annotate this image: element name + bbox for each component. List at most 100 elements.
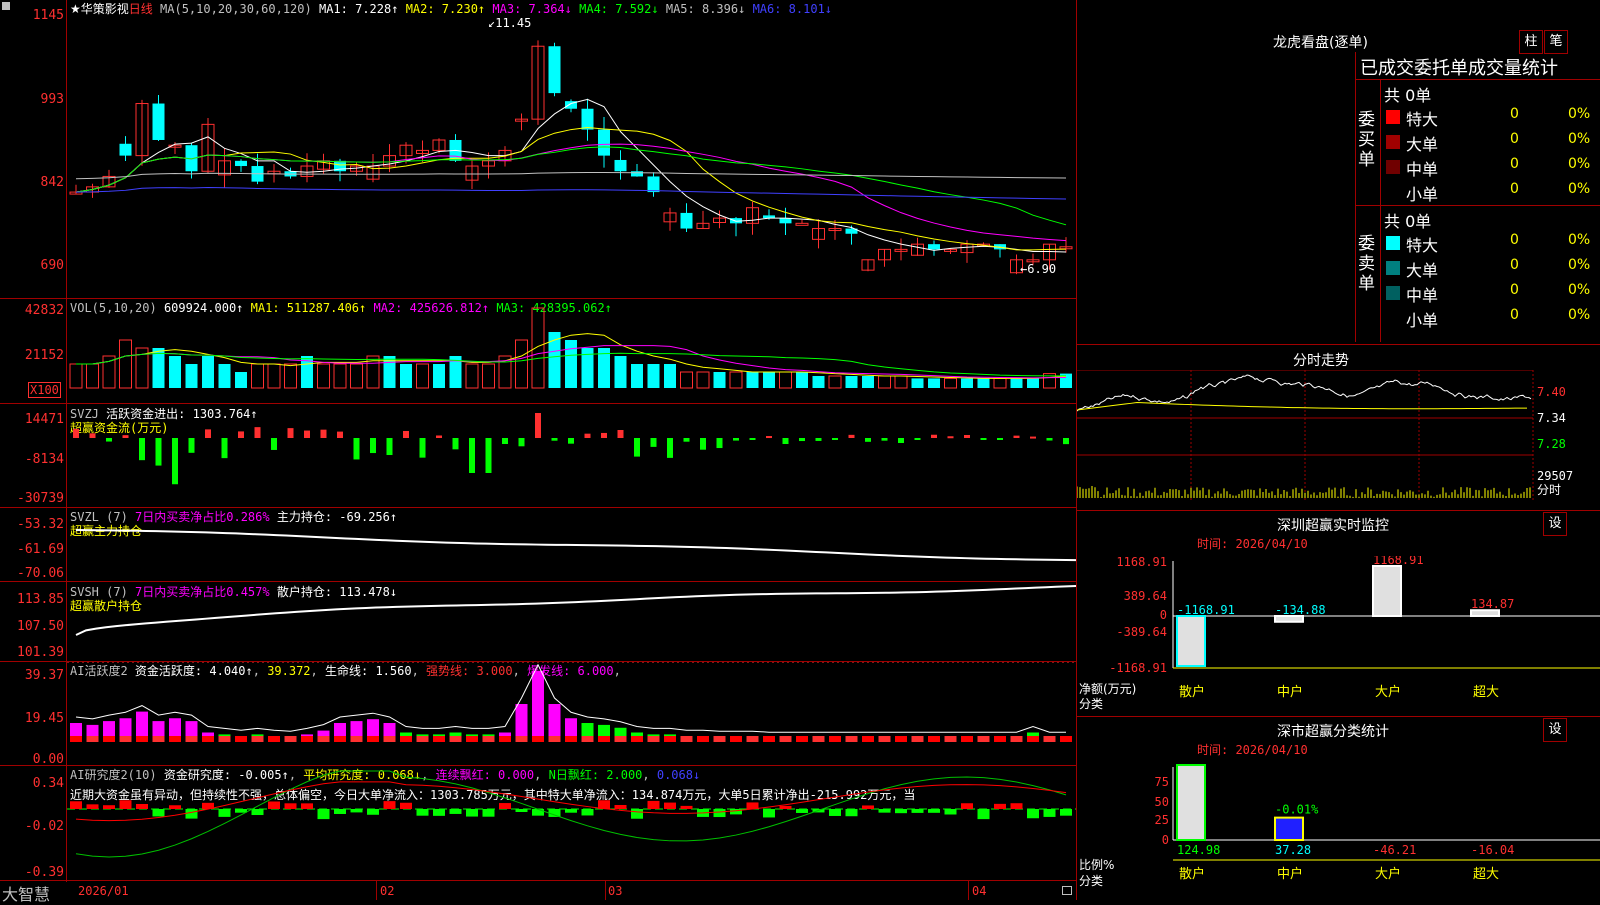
activity-base-bar (812, 736, 825, 742)
activity-base-bar (581, 736, 594, 742)
flow-bar-in (304, 430, 310, 438)
sell-total: 共 0单 (1384, 212, 1432, 231)
class-value: -46.21 (1373, 843, 1416, 857)
monitor-tick: 389.64 (1124, 589, 1167, 603)
monitor-settings-button[interactable]: 设 (1543, 512, 1567, 536)
buy-swatch (1386, 110, 1400, 124)
activity-base-bar (284, 736, 297, 742)
activity-base-bar (515, 736, 528, 742)
activity-base-bar (152, 736, 165, 742)
activity-base-bar (664, 736, 676, 742)
svzj-chart[interactable] (0, 404, 1076, 507)
tick-view-button[interactable]: 笔 (1544, 30, 1568, 54)
intraday-title: 分时走势 (1293, 353, 1349, 369)
vol-bar-down (614, 356, 627, 388)
research-bar-down (367, 809, 379, 815)
research-bar-up (499, 803, 511, 809)
ai2-chart[interactable] (0, 766, 1076, 880)
buy-row-pct: 0% (1568, 131, 1591, 147)
main-holding-line (75, 529, 1076, 562)
vol-bar-down (1027, 378, 1039, 388)
candle-down (614, 159, 627, 172)
activity-base-bar (763, 736, 775, 742)
chart-area[interactable]: ★华策影视日线 MA(5,10,20,30,60,120) MA1: 7.228… (0, 0, 1076, 904)
class-chart[interactable]: 75 50 25 0 124.98 散户 -0.01% 37.28 中户 -46.21 大户 -16.… (1077, 762, 1600, 900)
research-bar-down (581, 809, 594, 816)
activity-base-bar (730, 736, 742, 742)
vol-bar-down (664, 364, 676, 388)
flow-bar-out (634, 438, 640, 457)
research-bar-down (565, 809, 577, 813)
svzl-chart[interactable] (0, 508, 1076, 581)
intraday-chart[interactable]: 7.40 7.34 7.28 29507分时 (1077, 370, 1600, 510)
activity-base-bar (1027, 736, 1039, 742)
flow-bar-in (617, 430, 624, 438)
activity-base-bar (928, 736, 940, 742)
flow-bar-out (749, 438, 756, 440)
activity-base-bar (416, 736, 429, 742)
monitor-category: 超大 (1473, 685, 1499, 700)
class-top-label: -0.01% (1275, 803, 1319, 817)
sell-row-pct: 0% (1568, 257, 1591, 273)
flow-bar-out (155, 438, 162, 466)
vol-bar-up (267, 363, 281, 389)
ai1-chart[interactable] (0, 662, 1076, 765)
vol-bar-up (696, 371, 710, 389)
activity-base-bar (499, 736, 511, 742)
research-bar-down (763, 809, 775, 818)
order-stats-table: 已成交委托单成交量统计 委买单 共 0单 特大 0 0% 大单 0 0% 中单 0 0% 小单 0 0… (1355, 52, 1600, 342)
activity-base-bar (449, 736, 462, 742)
activity-base-bar (994, 736, 1006, 742)
vol-bar-down (812, 376, 825, 388)
activity-base-bar (334, 736, 346, 742)
monitor-value: -1168.91 (1177, 603, 1235, 617)
monitor-chart[interactable]: 1168.91 389.64 0 -389.64 -1168.91 -1168.91 散户 -… (1077, 556, 1600, 716)
research-bar-up (301, 803, 313, 809)
sell-row-value: 0 (1510, 282, 1519, 298)
flow-bar-out (106, 438, 112, 442)
sell-row-label: 中单 (1406, 286, 1439, 305)
price-chart[interactable] (0, 0, 1076, 298)
buy-swatch (1386, 135, 1400, 149)
class-axis-label: 比例% (1079, 858, 1115, 872)
candle-down (928, 244, 940, 250)
flow-bar-out (914, 438, 921, 440)
vol-bar-down (235, 372, 247, 388)
class-category: 散户 (1179, 866, 1205, 882)
vol-bar-down (845, 376, 858, 388)
flow-bar-out (815, 438, 822, 441)
class-value: 124.98 (1177, 843, 1220, 857)
candle-down (235, 160, 247, 167)
flow-bar-in (238, 431, 244, 438)
vol-bar-up (69, 363, 83, 389)
research-bar-down (218, 809, 231, 817)
class-settings-button[interactable]: 设 (1543, 718, 1567, 742)
research-bar-down (796, 809, 808, 813)
sell-row-value: 0 (1510, 232, 1519, 248)
vol-chart[interactable] (0, 299, 1076, 403)
x-divider (605, 881, 606, 900)
activity-base-bar (383, 736, 396, 742)
research-bar-up (86, 804, 99, 809)
low-marker: ←6.90 (1020, 262, 1057, 276)
sell-swatch (1386, 286, 1400, 300)
research-bar-down (152, 809, 165, 817)
bar-view-button[interactable]: 柱 (1519, 30, 1543, 54)
lock-icon[interactable] (1062, 886, 1072, 895)
research-bar-down (449, 809, 462, 814)
activity-base-bar (1060, 736, 1072, 742)
research-bar-down (334, 809, 346, 814)
svsh-chart[interactable] (0, 582, 1076, 661)
research-bar-down (878, 809, 891, 813)
x-divider (376, 881, 377, 900)
intraday-tick: 29507 (1537, 469, 1573, 483)
vol-bar-down (400, 364, 412, 388)
activity-base-bar (317, 736, 330, 742)
candle-down (548, 46, 561, 94)
vol-bar-up (119, 339, 132, 389)
monitor-value: 1168.91 (1373, 556, 1424, 567)
sell-row-value: 0 (1510, 307, 1519, 323)
vol-bar-down (647, 364, 660, 388)
vol-bar-down (911, 378, 924, 388)
buy-row-value: 0 (1510, 106, 1519, 122)
